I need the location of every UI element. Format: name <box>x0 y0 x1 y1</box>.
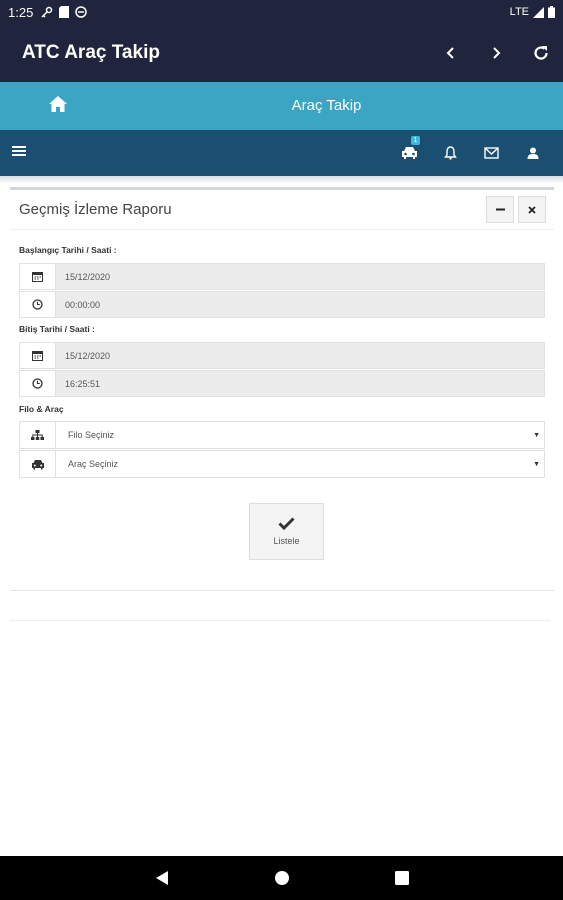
end-time-addon <box>20 371 56 396</box>
system-nav-bar <box>0 856 563 900</box>
system-back-button[interactable] <box>102 856 222 900</box>
home-circle-icon <box>274 871 289 885</box>
system-home-button[interactable] <box>222 856 342 900</box>
caret-down-icon: ▼ <box>533 432 540 439</box>
start-date-input[interactable]: 15/12/2020 <box>56 264 544 289</box>
header-title: Araç Takip <box>291 97 362 114</box>
status-right: LTE <box>510 6 555 18</box>
collapse-button[interactable] <box>486 196 514 223</box>
start-time-input[interactable]: 00:00:00 <box>56 292 544 317</box>
clock-icon <box>32 378 43 389</box>
menu-button[interactable] <box>12 144 26 162</box>
messages-button[interactable] <box>471 142 512 164</box>
refresh-button[interactable] <box>518 24 563 82</box>
end-datetime-label: Bitiş Tarihi / Saati : <box>19 324 95 334</box>
start-date-field[interactable]: 15/12/2020 <box>19 263 545 290</box>
network-type: LTE <box>509 6 529 18</box>
start-date-addon <box>20 264 56 289</box>
sync-icon <box>75 6 88 18</box>
vehicle-select-field[interactable]: Araç Seçiniz ▼ <box>19 450 545 478</box>
minus-icon <box>495 208 505 211</box>
vehicle-select-value: Araç Seçiniz <box>68 459 119 469</box>
chevron-left-icon <box>446 47 454 59</box>
profile-button[interactable] <box>512 142 553 164</box>
envelope-icon <box>484 147 499 159</box>
key-icon <box>41 6 53 18</box>
panel-header: Geçmiş İzleme Raporu <box>10 190 554 230</box>
fleet-select-field[interactable]: Filo Seçiniz ▼ <box>19 421 545 449</box>
end-time-field[interactable]: 16:25:51 <box>19 370 545 397</box>
recents-square-icon <box>394 871 409 885</box>
sitemap-icon <box>31 430 44 440</box>
fleet-select-value: Filo Seçiniz <box>68 430 115 440</box>
battery-icon <box>548 6 555 18</box>
back-triangle-icon <box>155 871 168 885</box>
check-icon <box>278 517 295 530</box>
calendar-icon <box>32 351 43 361</box>
status-time: 1:25 <box>8 4 34 20</box>
calendar-icon <box>32 272 43 282</box>
fleet-addon <box>20 422 56 448</box>
caret-down-icon: ▼ <box>533 461 540 468</box>
user-icon <box>527 147 538 159</box>
nav-icons: 1 <box>389 136 553 164</box>
app-actions <box>428 24 563 82</box>
list-button[interactable]: Listele <box>249 503 324 560</box>
car-icon <box>402 147 417 159</box>
app-title: ATC Araç Takip <box>22 42 160 63</box>
end-time-input[interactable]: 16:25:51 <box>56 371 544 396</box>
bell-icon <box>444 146 457 160</box>
sd-card-icon <box>59 6 70 18</box>
forward-button[interactable] <box>473 24 518 82</box>
system-recents-button[interactable] <box>342 856 462 900</box>
vehicle-badge: 1 <box>411 136 420 145</box>
vehicle-addon <box>20 451 56 477</box>
list-button-label: Listele <box>273 536 300 546</box>
close-button[interactable] <box>518 196 546 223</box>
header-bar: Araç Takip <box>0 82 563 130</box>
end-date-field[interactable]: 15/12/2020 <box>19 342 545 369</box>
start-time-field[interactable]: 00:00:00 <box>19 291 545 318</box>
back-button[interactable] <box>428 24 473 82</box>
close-icon <box>528 205 536 214</box>
nav-shadow <box>0 176 563 184</box>
app-bar: ATC Araç Takip <box>0 24 563 82</box>
vehicles-button[interactable]: 1 <box>389 136 430 164</box>
end-date-addon <box>20 343 56 368</box>
content-divider <box>10 620 550 621</box>
refresh-icon <box>533 46 548 60</box>
fleet-select[interactable]: Filo Seçiniz ▼ <box>56 422 544 448</box>
report-panel: Geçmiş İzleme Raporu Başlangıç Tarihi / … <box>10 187 554 591</box>
end-date-input[interactable]: 15/12/2020 <box>56 343 544 368</box>
vehicle-select[interactable]: Araç Seçiniz ▼ <box>56 451 544 477</box>
clock-icon <box>32 299 43 310</box>
signal-icon <box>533 6 544 18</box>
notifications-button[interactable] <box>430 142 471 164</box>
start-datetime-label: Başlangıç Tarihi / Saati : <box>19 245 117 255</box>
status-bar: 1:25 LTE <box>0 0 563 24</box>
fleet-vehicle-label: Filo & Araç <box>19 404 64 414</box>
chevron-right-icon <box>492 47 500 59</box>
car-icon <box>31 459 44 469</box>
status-icons <box>41 6 88 18</box>
start-time-addon <box>20 292 56 317</box>
panel-title: Geçmiş İzleme Raporu <box>19 201 172 218</box>
nav-bar: 1 <box>0 130 563 176</box>
panel-tools <box>486 196 546 223</box>
hamburger-icon <box>12 146 26 156</box>
